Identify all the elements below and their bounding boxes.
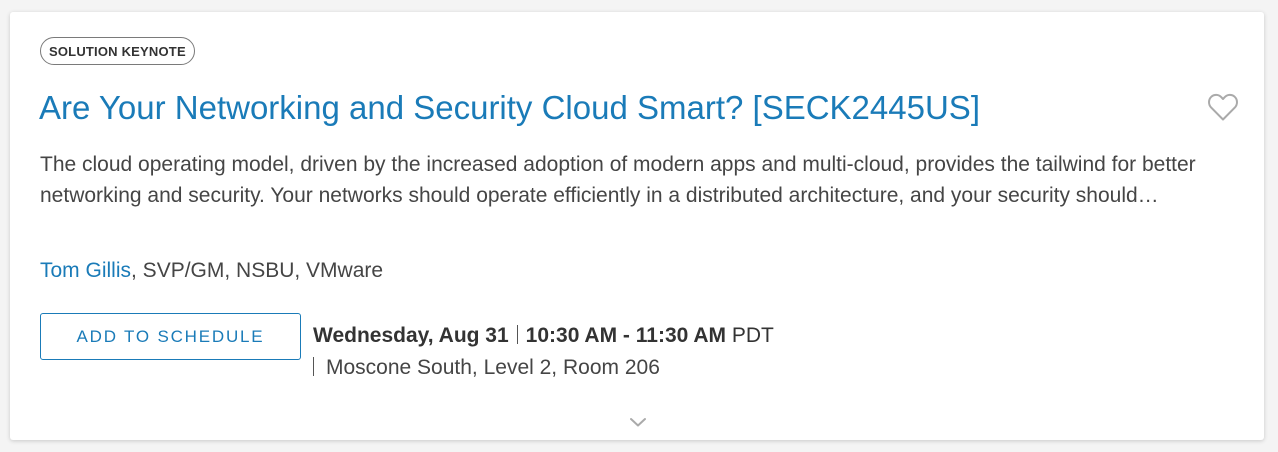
add-to-schedule-button[interactable]: ADD TO SCHEDULE: [40, 313, 301, 360]
session-day: Wednesday, Aug 31: [313, 324, 509, 347]
heart-icon[interactable]: [1207, 92, 1239, 122]
speaker-line: Tom Gillis, SVP/GM, NSBU, VMware: [40, 256, 383, 286]
speaker-details: , SVP/GM, NSBU, VMware: [131, 259, 384, 282]
session-title[interactable]: Are Your Networking and Security Cloud S…: [39, 86, 1179, 130]
session-description: The cloud operating model, driven by the…: [40, 153, 1196, 207]
chevron-down-icon[interactable]: [628, 415, 648, 429]
schedule-datetime: Wednesday, Aug 31 10:30 AM - 11:30 AM PDT: [313, 320, 774, 352]
session-type-badge: SOLUTION KEYNOTE: [40, 37, 195, 65]
speaker-name-link[interactable]: Tom Gillis: [40, 259, 131, 282]
session-timezone: PDT: [731, 324, 774, 347]
divider: [313, 357, 314, 376]
session-schedule: Wednesday, Aug 31 10:30 AM - 11:30 AM PDT…: [313, 320, 774, 384]
schedule-location: Moscone South, Level 2, Room 206: [313, 352, 774, 384]
session-time: 10:30 AM - 11:30 AM: [525, 324, 727, 347]
session-card: SOLUTION KEYNOTE Are Your Networking and…: [10, 12, 1264, 440]
divider: [516, 325, 518, 344]
session-location: Moscone South, Level 2, Room 206: [326, 356, 660, 379]
